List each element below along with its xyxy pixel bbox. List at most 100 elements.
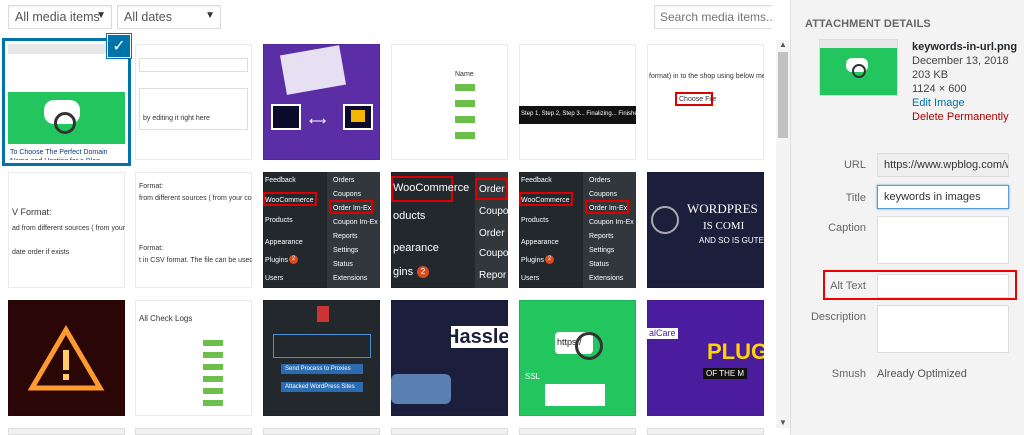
edit-image-link[interactable]: Edit Image (912, 96, 1017, 110)
media-tile[interactable] (263, 428, 380, 435)
thumb-submenu-item: Reports (589, 233, 614, 240)
scroll-up-icon[interactable]: ▲ (776, 40, 790, 50)
lock-icon (317, 306, 329, 322)
thumb-text: ad from different sources ( from your co… (12, 225, 125, 232)
media-tile[interactable] (8, 300, 125, 416)
media-tile[interactable] (8, 428, 125, 435)
count-badge: 2 (545, 255, 554, 264)
thumb-submenu-item: Order Im-Ex (589, 205, 628, 212)
magnifier-icon (852, 64, 866, 78)
file-name: keywords-in-url.png (912, 41, 1018, 53)
panel-title: ATTACHMENT DETAILS (805, 18, 931, 30)
media-tile[interactable]: Hassle (391, 300, 508, 416)
thumb-submenu-item: Coupo (479, 248, 508, 259)
media-tile[interactable] (519, 428, 636, 435)
status-badge (203, 352, 223, 358)
media-tile[interactable]: Feedback WooCommerce Products Appearance… (263, 172, 380, 288)
media-tile[interactable]: Feedback WooCommerce Products Appearance… (519, 172, 636, 288)
folder-icon (351, 110, 365, 122)
thumb-menu-item: WooCommerce (521, 197, 570, 204)
media-tile[interactable] (135, 428, 252, 435)
alt-text-label: Alt Text (830, 280, 866, 292)
thumb-submenu-item: Repor (479, 270, 507, 281)
status-badge (203, 388, 223, 394)
delete-permanently-link[interactable]: Delete Permanently (912, 110, 1017, 124)
media-tile[interactable]: format) in to the shop using below metho… (647, 44, 764, 160)
thumb-box (139, 88, 248, 130)
media-tile[interactable]: WooCommerce oducts pearance gins 2 Order… (391, 172, 508, 288)
status-badge (455, 132, 475, 139)
media-type-filter[interactable]: All media items ▼ (8, 5, 112, 29)
thumb-menu-item: Users (521, 275, 540, 282)
scroll-down-icon[interactable]: ▼ (776, 418, 790, 428)
thumb-caption: To Choose The Perfect Domain Name and Ho… (10, 149, 108, 160)
url-field[interactable]: https://www.wpblog.com/w (877, 153, 1009, 177)
thumb-heading: Hassle (445, 326, 508, 348)
thumb-text: date order if exists (12, 249, 70, 256)
media-tile[interactable] (391, 428, 508, 435)
thumb-heading: All Check Logs (139, 314, 193, 323)
title-field[interactable]: keywords in images (877, 185, 1009, 209)
media-tile[interactable]: Format: from different sources ( from yo… (135, 172, 252, 288)
thumb-text: SSL (525, 372, 541, 381)
media-tile[interactable]: Send Process to Proxies Attacked WordPre… (263, 300, 380, 416)
thumb-menu-item: Feedback (521, 177, 552, 184)
thumb-submenu-item: Coupon Im-Ex (333, 219, 378, 226)
thumb-menu-item: WooCommerce (265, 197, 314, 204)
media-tile[interactable]: Step 1, Step 2, Step 3... Finalizing... … (519, 44, 636, 160)
thumb-heading: PLUG (707, 339, 764, 364)
magnifier-icon (575, 332, 603, 360)
chevron-down-icon: ▼ (205, 10, 215, 21)
thumb-menu-item: WooCommerce (393, 182, 470, 194)
hand-image (391, 374, 451, 404)
media-tile[interactable]: by editing it right here (135, 44, 252, 160)
thumb-heading: WORDPRES (687, 201, 758, 216)
thumb-heading: V Format: (12, 207, 52, 217)
media-tile[interactable]: WORDPRES IS COMI AND SO IS GUTE (647, 172, 764, 288)
thumb-illustration (8, 92, 125, 144)
media-tile-selected[interactable]: To Choose The Perfect Domain Name and Ho… (8, 44, 125, 160)
status-badge (455, 116, 475, 123)
thumb-submenu-item: Status (589, 261, 609, 268)
media-tile[interactable]: https:/ SSL (519, 300, 636, 416)
description-label: Description (810, 311, 866, 323)
media-tile[interactable]: Name (391, 44, 508, 160)
media-tile[interactable]: alCare PLUG OF THE M (647, 300, 764, 416)
description-textarea[interactable] (877, 305, 1009, 353)
thumb-papers (279, 45, 347, 95)
status-badge (203, 376, 223, 382)
search-input[interactable] (654, 5, 772, 29)
laptop-icon (545, 384, 605, 406)
media-type-filter-value: All media items (15, 10, 100, 24)
media-tile[interactable] (647, 428, 764, 435)
media-tile[interactable]: ⟷ (263, 44, 380, 160)
thumb-submenu-item: Orders (333, 177, 355, 184)
media-tile[interactable]: All Check Logs (135, 300, 252, 416)
checkmark-icon[interactable]: ✓ (107, 34, 131, 58)
thumb-heading: Format: (139, 245, 164, 252)
thumb-menu-item: Feedback (265, 177, 296, 184)
date-filter[interactable]: All dates ▼ (117, 5, 221, 29)
media-tile[interactable]: V Format: ad from different sources ( fr… (8, 172, 125, 288)
thumb-submenu-item: Extensions (333, 275, 368, 282)
thumb-menu-item: Plugins (265, 257, 288, 264)
status-badge (455, 84, 475, 91)
smush-status: Already Optimized (877, 368, 967, 380)
thumb-submenu-item: Settings (589, 247, 615, 254)
thumb-submenu-item: Extensions (589, 275, 624, 282)
caption-textarea[interactable] (877, 216, 1009, 264)
thumb-text: format) in to the shop using below metho… (649, 73, 764, 80)
thumb-brand: alCare (647, 328, 678, 339)
thumb-menu-item: oducts (393, 210, 426, 222)
thumb-menu-item: gins (393, 266, 414, 278)
status-badge (203, 340, 223, 346)
thumb-heading: Format: (139, 183, 164, 190)
image-dimensions: 1124 × 600 (912, 83, 967, 95)
scrollbar-thumb[interactable] (778, 52, 788, 138)
date-filter-value: All dates (124, 10, 172, 24)
alt-text-field[interactable] (877, 274, 1009, 298)
thumb-submenu-item: Coupons (589, 191, 618, 198)
count-badge: 2 (417, 266, 429, 278)
thumb-submenu-item: Coupon Im-Ex (589, 219, 634, 226)
url-label: URL (843, 159, 866, 171)
